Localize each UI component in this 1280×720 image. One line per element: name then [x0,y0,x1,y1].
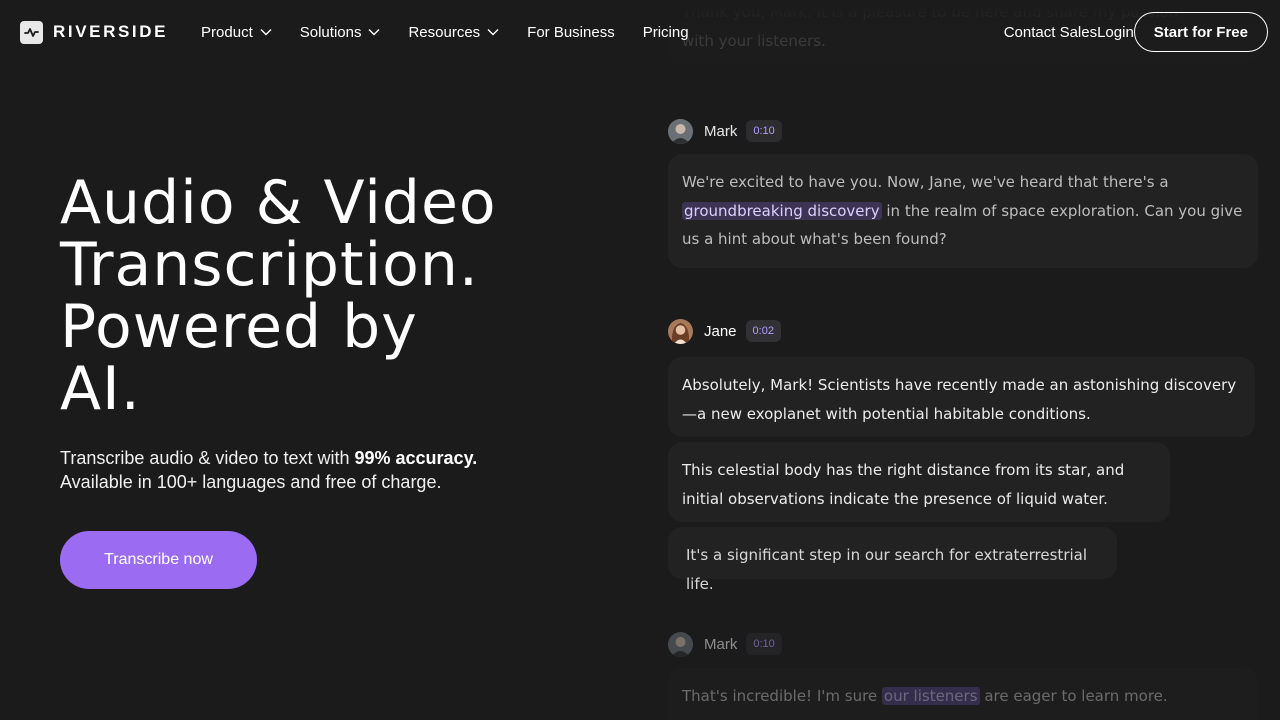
nav-item-pricing[interactable]: Pricing [643,24,689,41]
nav-item-product[interactable]: Product [201,24,272,41]
transcript-preview: Thank you, Mark. It is a pleasure to be … [668,0,1280,720]
start-for-free-button[interactable]: Start for Free [1133,12,1268,52]
transcript-text: are eager to learn more. [984,687,1168,705]
nav-item-for-business[interactable]: For Business [527,24,615,41]
transcript-bubble: We're excited to have you. Now, Jane, we… [668,154,1258,268]
nav-item-solutions[interactable]: Solutions [300,24,381,41]
timestamp-badge: 0:02 [745,320,781,342]
transcript-bubble: This celestial body has the right distan… [668,442,1170,522]
nav-item-label: Pricing [642,23,689,41]
highlighted-phrase: our listeners [881,687,980,705]
chevron-down-icon [260,29,272,36]
nav-actions: Contact Sales Login Start for Free [1004,12,1268,52]
subtitle-text-languages: Available in 100+ languages and free of … [60,472,442,492]
contact-sales-link[interactable]: Contact Sales [1004,24,1097,41]
login-link[interactable]: Login [1097,24,1134,41]
highlighted-phrase: groundbreaking discovery [682,201,882,220]
nav-item-label: Resources [408,23,481,41]
hero-title: Audio & Video Transcription. Powered by … [60,172,580,420]
nav-item-resources[interactable]: Resources [408,24,499,41]
waveform-icon [20,20,43,44]
hero-title-line: Powered by [60,292,418,362]
hero-title-line: Audio & Video [60,168,497,238]
transcript-bubble: Absolutely, Mark! Scientists have recent… [668,357,1255,437]
hero-subtitle: Transcribe audio & video to text with 99… [60,446,580,494]
transcript-text: Absolutely, Mark! Scientists have recent… [682,376,1237,423]
transcript-bubble: That's incredible! I'm sure our listener… [668,668,1258,720]
subtitle-text: Transcribe audio & video to text with [60,448,355,468]
subtitle-accuracy: 99% accuracy. [354,448,478,468]
top-navigation: RIVERSIDE Product Solutions Resources Fo… [0,0,1280,64]
hero-title-line: AI. [60,354,141,424]
brand-name: RIVERSIDE [53,22,169,41]
nav-item-label: For Business [527,23,615,41]
speaker-name: Jane [704,322,737,340]
speaker-row-mark: Mark 0:10 [668,118,782,144]
nav-item-label: Solutions [299,23,362,41]
nav-links: Product Solutions Resources For Business… [201,24,689,41]
transcript-text: It's a significant step in our search fo… [686,546,1088,593]
timestamp-badge: 0:10 [746,633,782,655]
speaker-name: Mark [704,635,738,653]
timestamp-badge: 0:10 [746,120,782,142]
speaker-row-jane: Jane 0:02 [668,318,781,344]
transcript-bubble: It's a significant step in our search fo… [668,527,1117,593]
brand-logo[interactable]: RIVERSIDE [20,20,169,44]
avatar-mark [668,631,693,657]
hero-title-line: Transcription. [60,230,479,300]
nav-item-label: Product [201,23,253,41]
transcript-text: That's incredible! I'm sure [682,687,878,705]
transcript-text: We're excited to have you. Now, Jane, we… [682,173,1169,191]
chevron-down-icon [487,29,499,36]
transcribe-now-button[interactable]: Transcribe now [60,531,257,589]
chevron-down-icon [368,29,380,36]
avatar-jane [668,318,693,344]
transcript-text: This celestial body has the right distan… [682,461,1125,508]
avatar-mark [668,118,693,144]
speaker-name: Mark [704,122,738,140]
speaker-row-mark: Mark 0:10 [668,631,782,657]
